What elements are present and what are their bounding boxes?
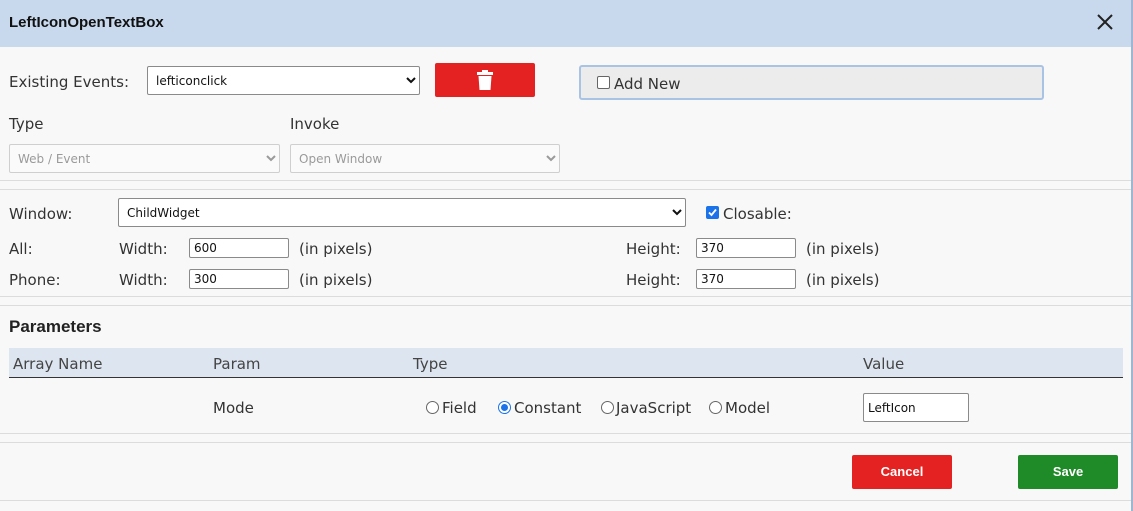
divider bbox=[0, 433, 1131, 434]
window-select[interactable]: ChildWidget bbox=[118, 198, 686, 227]
parameters-title: Parameters bbox=[9, 317, 102, 336]
add-new-checkbox[interactable] bbox=[597, 76, 610, 89]
all-width-unit: (in pixels) bbox=[299, 240, 373, 258]
phone-width-input[interactable] bbox=[189, 269, 289, 289]
existing-events-select[interactable]: lefticonclick bbox=[147, 66, 420, 95]
type-label: Type bbox=[9, 115, 44, 133]
all-height-unit: (in pixels) bbox=[806, 240, 880, 258]
all-width-label: Width: bbox=[119, 240, 168, 258]
divider bbox=[0, 442, 1131, 443]
all-height-label: Height: bbox=[626, 240, 681, 258]
trash-icon bbox=[477, 70, 493, 90]
window-label: Window: bbox=[9, 205, 73, 223]
invoke-label: Invoke bbox=[290, 115, 340, 133]
invoke-select[interactable]: Open Window bbox=[290, 144, 560, 173]
type-select[interactable]: Web / Event bbox=[9, 144, 280, 173]
param-cell: Mode bbox=[213, 399, 254, 417]
type-radio-field[interactable] bbox=[426, 401, 439, 414]
param-value-input[interactable] bbox=[863, 393, 969, 422]
phone-height-input[interactable] bbox=[696, 269, 796, 289]
phone-width-unit: (in pixels) bbox=[299, 271, 373, 289]
type-radio-javascript-label: JavaScript bbox=[616, 399, 692, 417]
add-new-box: Add New bbox=[579, 65, 1044, 100]
type-radio-model[interactable] bbox=[709, 401, 722, 414]
type-radio-constant[interactable] bbox=[498, 401, 511, 414]
type-radio-constant-label: Constant bbox=[514, 399, 582, 417]
dialog-title: LeftIconOpenTextBox bbox=[9, 14, 164, 31]
check-icon bbox=[708, 208, 717, 217]
divider bbox=[0, 180, 1131, 181]
closable-checkbox[interactable] bbox=[706, 206, 719, 219]
close-icon bbox=[1097, 14, 1113, 30]
column-header-array-name: Array Name bbox=[13, 355, 103, 373]
all-label: All: bbox=[9, 240, 33, 258]
delete-event-button[interactable] bbox=[435, 63, 535, 97]
phone-label: Phone: bbox=[9, 271, 61, 289]
type-radio-model-label: Model bbox=[725, 399, 771, 417]
divider bbox=[0, 296, 1131, 297]
existing-events-label: Existing Events: bbox=[9, 73, 130, 91]
all-width-input[interactable] bbox=[189, 238, 289, 258]
divider bbox=[0, 189, 1131, 190]
all-height-input[interactable] bbox=[696, 238, 796, 258]
close-button[interactable] bbox=[1093, 10, 1117, 34]
phone-height-unit: (in pixels) bbox=[806, 271, 880, 289]
divider bbox=[0, 500, 1131, 501]
divider bbox=[0, 305, 1131, 306]
dialog: LeftIconOpenTextBox Existing Events: lef… bbox=[0, 0, 1133, 511]
save-button[interactable]: Save bbox=[1018, 455, 1118, 489]
type-radio-field-label: Field bbox=[442, 399, 477, 417]
column-header-param: Param bbox=[213, 355, 261, 373]
column-header-value: Value bbox=[863, 355, 905, 373]
column-header-type: Type bbox=[413, 355, 448, 373]
parameters-table-header: Array Name Param Type Value bbox=[9, 348, 1123, 378]
cancel-button[interactable]: Cancel bbox=[852, 455, 952, 489]
phone-width-label: Width: bbox=[119, 271, 168, 289]
dialog-titlebar: LeftIconOpenTextBox bbox=[0, 0, 1131, 47]
type-radio-javascript[interactable] bbox=[601, 401, 614, 414]
phone-height-label: Height: bbox=[626, 271, 681, 289]
closable-label: Closable: bbox=[723, 205, 792, 223]
add-new-label: Add New bbox=[614, 75, 681, 93]
